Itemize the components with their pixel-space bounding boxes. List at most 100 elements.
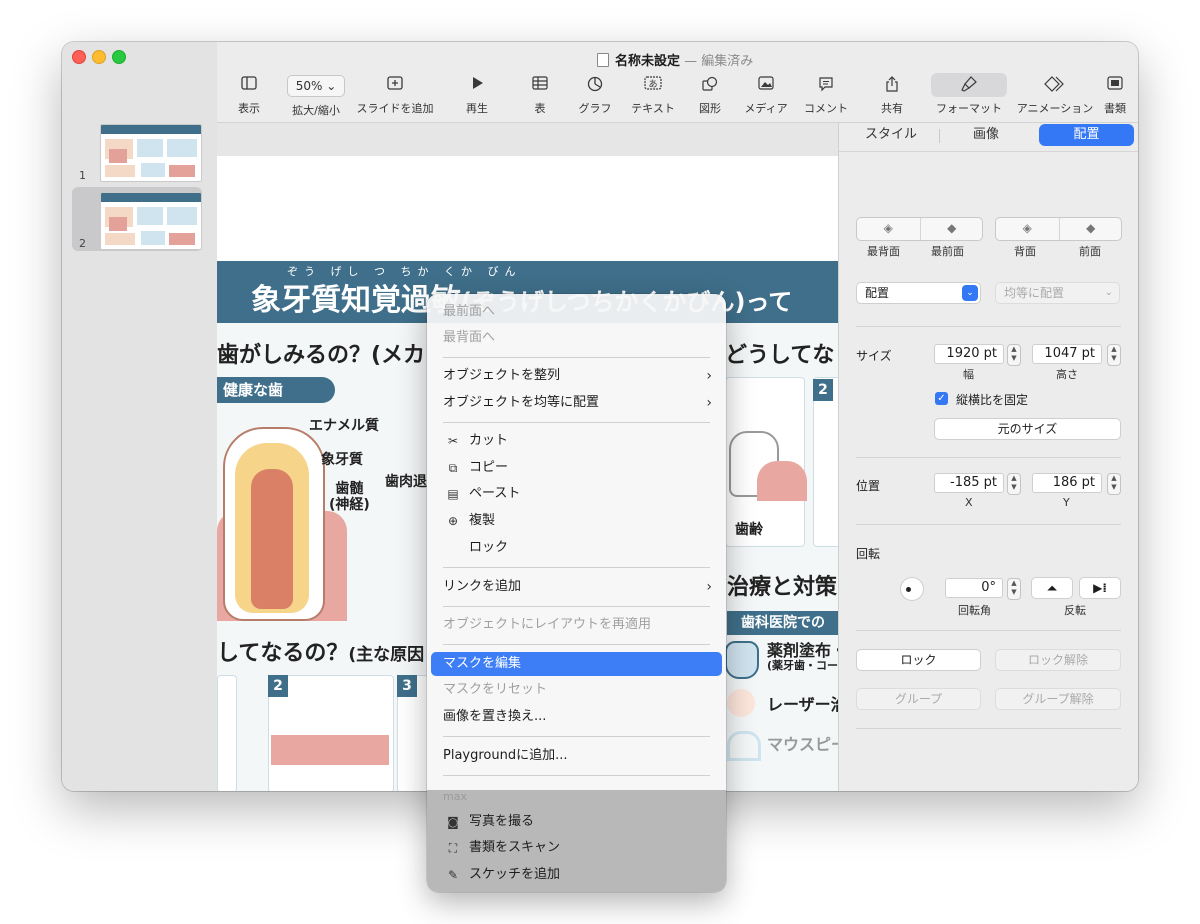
original-size-button[interactable]: 元のサイズ [934, 418, 1121, 440]
step-number: 2 [268, 675, 288, 697]
close-window-button[interactable] [72, 50, 86, 64]
width-stepper[interactable]: ▲ ▼ [1007, 344, 1021, 366]
chevron-right-icon: › [706, 368, 712, 384]
animate-button[interactable]: アニメーション [1014, 76, 1096, 116]
comment-button[interactable]: コメント [802, 76, 850, 116]
slide-thumbnail-1[interactable] [100, 124, 202, 182]
clinic-pill: 歯科医院での [727, 611, 838, 635]
ungroup-button[interactable]: グループ解除 [995, 688, 1121, 710]
menu-item-send-to-back[interactable]: 最背面へ [431, 326, 722, 350]
shape-label: 図形 [699, 102, 721, 115]
healthy-tooth-pill: 健康な歯 [217, 377, 335, 403]
group-button[interactable]: グループ [856, 688, 981, 710]
zoom-value: 50% [295, 79, 323, 93]
flip-horizontal-button[interactable]: ▶⁞ [1079, 577, 1121, 599]
share-button[interactable]: 共有 [876, 76, 908, 116]
zoom-window-button[interactable] [112, 50, 126, 64]
width-label: 幅 [963, 368, 974, 381]
zoom-label: 拡大/縮小 [292, 104, 340, 117]
menu-separator [443, 606, 710, 607]
question-left-heading: 歯がしみるの？(メカ [217, 343, 426, 368]
view-button[interactable]: 表示 [233, 76, 265, 116]
tab-arrange[interactable]: 配置 [1039, 124, 1134, 146]
y-stepper[interactable]: ▲ ▼ [1107, 473, 1121, 495]
menu-item-duplicate[interactable]: ⊕ 複製 [431, 509, 722, 533]
menu-item-lock[interactable]: ロック [431, 536, 722, 560]
add-slide-label: スライドを追加 [356, 102, 434, 115]
x-stepper[interactable]: ▲ ▼ [1007, 473, 1021, 495]
menu-item-cut[interactable]: ✂ カット [431, 429, 722, 453]
laser-icon [727, 689, 755, 717]
shape-button[interactable]: 図形 [694, 76, 726, 116]
flip-vertical-icon: ⏶ [1047, 581, 1057, 595]
menu-item-bring-to-front[interactable]: 最前面へ [431, 300, 722, 324]
height-stepper[interactable]: ▲ ▼ [1107, 344, 1121, 366]
constrain-proportions-checkbox[interactable]: ✓ [935, 392, 948, 405]
chevron-down-icon: ⌄ [962, 285, 978, 301]
menu-item-replace-image[interactable]: 画像を置き換え... [431, 705, 722, 729]
menu-item-add-link[interactable]: リンクを追加 › [431, 575, 722, 599]
unlock-button[interactable]: ロック解除 [995, 649, 1121, 671]
add-slide-button[interactable]: スライドを追加 [354, 76, 436, 116]
coating-sub-label: (薬牙歯・コーテ [767, 659, 838, 672]
width-field[interactable]: 1920 pt [934, 344, 1004, 364]
layer-backward-icon: ◈ [1022, 221, 1032, 235]
menu-item-add-to-playground[interactable]: Playgroundに追加... [431, 744, 722, 768]
format-button[interactable]: フォーマット [931, 76, 1007, 116]
play-icon [462, 76, 492, 94]
menu-item-edit-mask[interactable]: マスクを編集 [431, 652, 722, 676]
menu-item-scan-documents[interactable]: ⛶ 書類をスキャン [431, 836, 722, 860]
mouthpiece-icon [727, 731, 761, 761]
height-field[interactable]: 1047 pt [1032, 344, 1102, 364]
media-button[interactable]: メディア [742, 76, 790, 116]
menu-item-copy[interactable]: ⧉ コピー [431, 456, 722, 480]
lock-button[interactable]: ロック [856, 649, 981, 671]
rotation-angle-label: 回転角 [958, 604, 991, 617]
minimize-window-button[interactable] [92, 50, 106, 64]
menu-item-paste[interactable]: ▤ ペースト [431, 482, 722, 506]
media-label: メディア [744, 102, 788, 115]
rotation-knob[interactable] [900, 577, 924, 601]
document-button[interactable]: 書類 [1101, 76, 1129, 116]
send-backward-button[interactable]: ◈ [996, 218, 1059, 240]
tab-image[interactable]: 画像 [963, 124, 1009, 146]
back-most-label: 最背面 [867, 245, 900, 258]
menu-item-align-objects[interactable]: オブジェクトを整列 › [431, 364, 722, 388]
chart-button[interactable]: グラフ [573, 76, 617, 116]
shape-icon [694, 76, 726, 94]
flip-horizontal-icon: ▶⁞ [1093, 581, 1107, 595]
menu-item-label: 画像を置き換え... [443, 709, 547, 724]
menu-item-reset-mask[interactable]: マスクをリセット [431, 678, 722, 702]
align-popup[interactable]: 配置 ⌄ [856, 282, 981, 304]
rotation-angle-field[interactable]: 0° [945, 578, 1003, 598]
divider [856, 524, 1121, 525]
zoom-control[interactable]: 50% ⌄ 拡大/縮小 [281, 75, 351, 118]
menu-item-label: 最前面へ [443, 304, 496, 319]
text-button[interactable]: あ テキスト [626, 76, 680, 116]
x-position-field[interactable]: -185 pt [934, 473, 1004, 493]
play-button[interactable]: 再生 [462, 76, 492, 116]
menu-item-add-sketch[interactable]: ✎ スケッチを追加 [431, 863, 722, 887]
send-to-back-button[interactable]: ◈ [857, 218, 920, 240]
menu-item-take-photo[interactable]: ◙ 写真を撮る [431, 810, 722, 834]
bring-forward-button[interactable]: ◆ [1058, 218, 1123, 240]
table-button[interactable]: 表 [530, 76, 550, 116]
animate-label: アニメーション [1016, 102, 1094, 115]
menu-item-distribute-objects[interactable]: オブジェクトを均等に配置 › [431, 391, 722, 415]
divider [856, 728, 1121, 729]
rotation-stepper[interactable]: ▲ ▼ [1007, 578, 1021, 600]
menu-item-reapply-layout[interactable]: オブジェクトにレイアウトを再適用 [431, 613, 722, 637]
cause-heading: してなるの？(主な原因 [217, 635, 424, 667]
flip-vertical-button[interactable]: ⏶ [1031, 577, 1073, 599]
tab-style[interactable]: スタイル [863, 124, 919, 146]
distribute-popup[interactable]: 均等に配置 ⌄ [995, 282, 1120, 304]
menu-separator [443, 567, 710, 568]
slide-thumbnail-2[interactable] [100, 192, 202, 250]
y-position-field[interactable]: 186 pt [1032, 473, 1102, 493]
slide-number: 1 [79, 169, 86, 182]
chevron-down-icon: ⌄ [326, 79, 337, 93]
zoom-popup[interactable]: 50% ⌄ [286, 75, 346, 97]
menu-item-label: ロック [469, 540, 509, 555]
menu-item-label: マスクをリセット [443, 682, 548, 697]
bring-to-front-button[interactable]: ◆ [919, 218, 984, 240]
